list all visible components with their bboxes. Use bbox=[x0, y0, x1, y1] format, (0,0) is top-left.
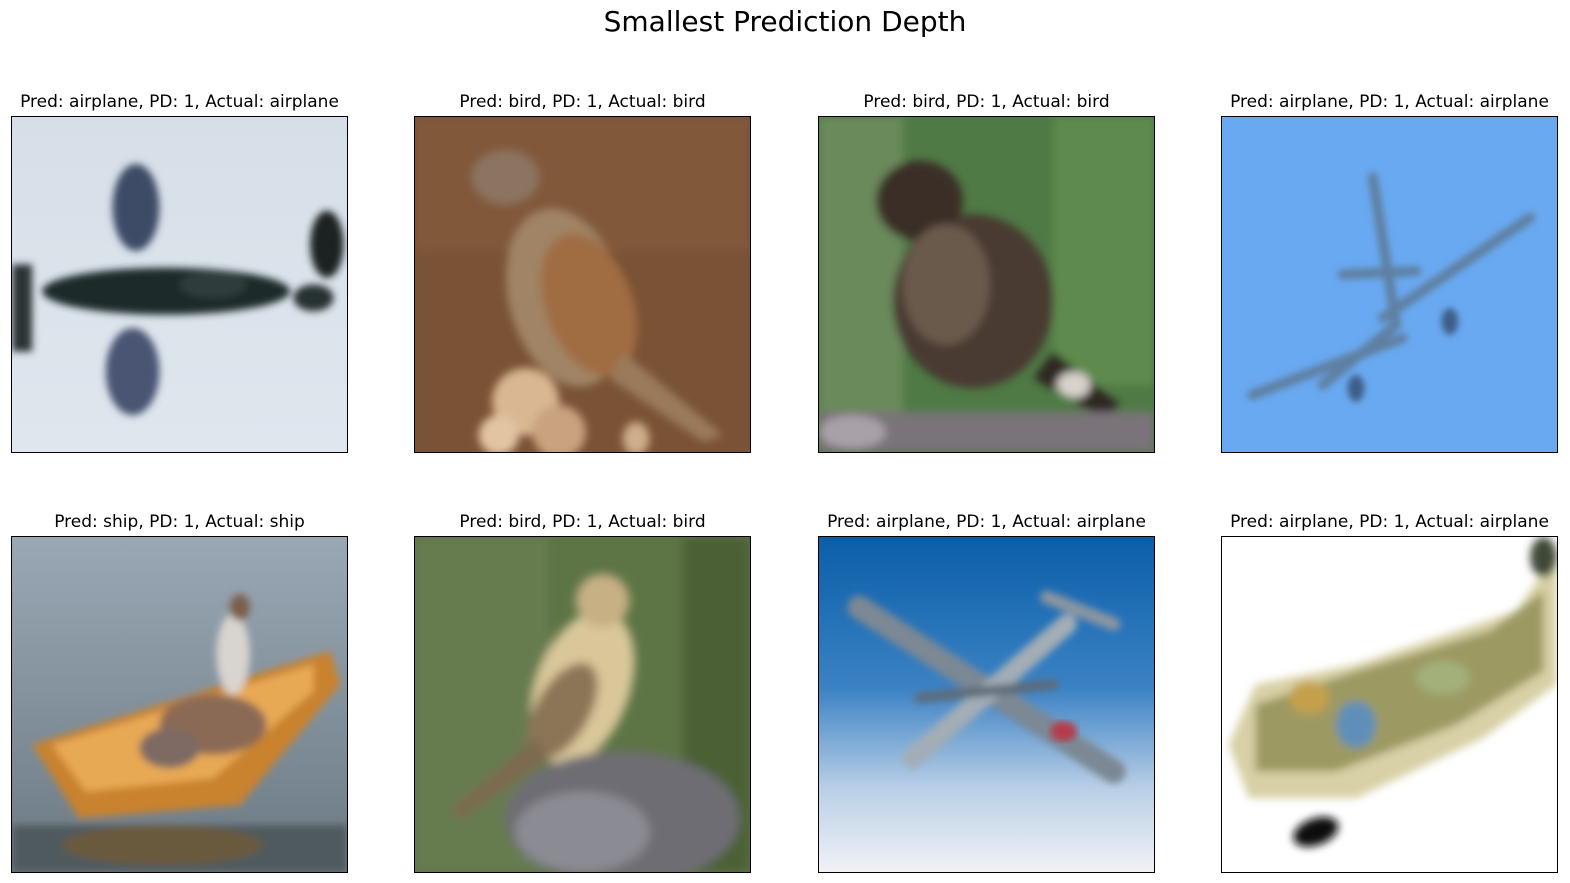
airplane-image bbox=[1222, 537, 1557, 872]
bird-image bbox=[415, 537, 750, 872]
figure-title: Smallest Prediction Depth bbox=[603, 5, 967, 38]
panel-image bbox=[414, 116, 751, 453]
panel-title: Pred: airplane, PD: 1, Actual: airplane bbox=[827, 512, 1146, 532]
panel-title: Pred: bird, PD: 1, Actual: bird bbox=[459, 512, 706, 532]
panel-title: Pred: ship, PD: 1, Actual: ship bbox=[54, 512, 305, 532]
panel-image bbox=[11, 536, 348, 873]
bird-image bbox=[415, 117, 750, 452]
panel-image bbox=[818, 116, 1155, 453]
panel-title: Pred: airplane, PD: 1, Actual: airplane bbox=[20, 92, 339, 112]
airplane-image bbox=[819, 537, 1154, 872]
panel-image bbox=[11, 116, 348, 453]
panel-image bbox=[414, 536, 751, 873]
panel-image bbox=[818, 536, 1155, 873]
panel-title: Pred: airplane, PD: 1, Actual: airplane bbox=[1230, 92, 1549, 112]
airplane-image bbox=[1222, 117, 1557, 452]
panel-title: Pred: bird, PD: 1, Actual: bird bbox=[459, 92, 706, 112]
bird-image bbox=[819, 117, 1154, 452]
panel-image bbox=[1221, 536, 1558, 873]
panel-title: Pred: bird, PD: 1, Actual: bird bbox=[863, 92, 1110, 112]
ship-image bbox=[12, 537, 347, 872]
airplane-image bbox=[12, 117, 347, 452]
panel-title: Pred: airplane, PD: 1, Actual: airplane bbox=[1230, 512, 1549, 532]
panel-image bbox=[1221, 116, 1558, 453]
